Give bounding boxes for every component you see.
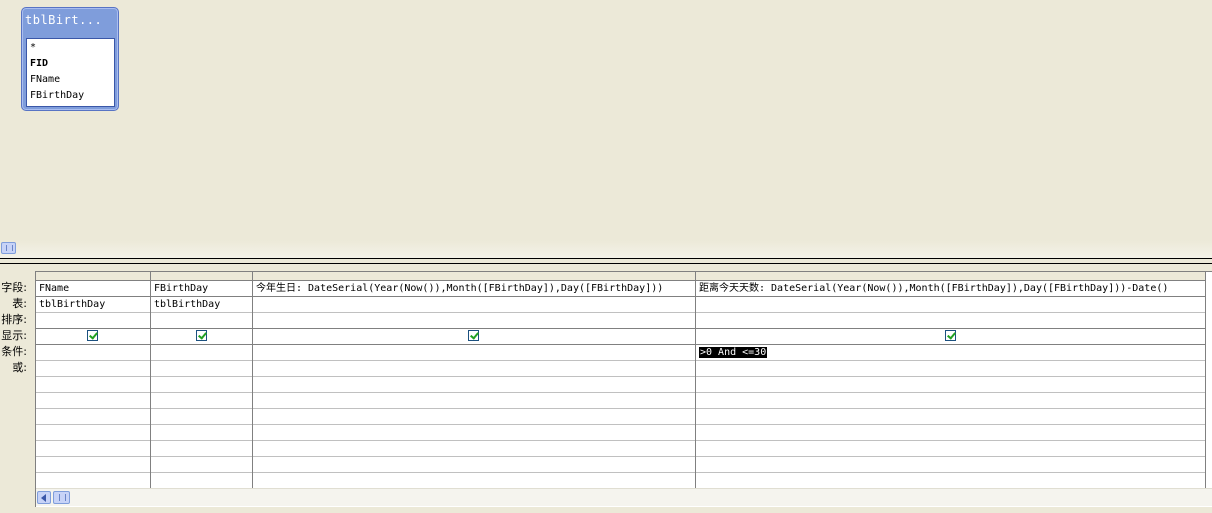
table-pane: tblBirt... * FID FName FBirthDay — [0, 0, 1212, 240]
checkmark-icon[interactable] — [944, 330, 956, 341]
sort-cell[interactable] — [696, 313, 1205, 329]
table-cell[interactable]: tblBirthDay — [151, 297, 252, 313]
empty-cell[interactable] — [36, 409, 150, 425]
empty-cell[interactable] — [151, 425, 252, 441]
field-cell[interactable]: FBirthDay — [151, 281, 252, 297]
empty-cell[interactable] — [151, 377, 252, 393]
empty-cell[interactable] — [36, 473, 150, 489]
field-cell[interactable]: 距离今天天数: DateSerial(Year(Now()),Month([FB… — [696, 281, 1205, 297]
upper-scroll-thumb[interactable] — [1, 242, 16, 254]
row-label-table: 表: — [12, 297, 27, 310]
empty-cell[interactable] — [36, 377, 150, 393]
field-list-title[interactable]: tblBirt... — [25, 13, 113, 33]
empty-cell[interactable] — [253, 457, 695, 473]
checkmark-icon[interactable] — [87, 330, 98, 341]
empty-cell[interactable] — [696, 425, 1205, 441]
show-cell[interactable] — [696, 329, 1205, 345]
empty-cell[interactable] — [151, 473, 252, 489]
criteria-cell[interactable] — [36, 345, 150, 361]
column-selector[interactable] — [253, 272, 695, 281]
field-item-fid[interactable]: FID — [27, 56, 114, 72]
or-cell[interactable] — [253, 361, 695, 377]
grid-column-2: FBirthDay tblBirthDay — [151, 272, 253, 489]
or-cell[interactable] — [151, 361, 252, 377]
pane-divider-area — [0, 240, 1212, 258]
table-cell[interactable] — [696, 297, 1205, 313]
field-cell[interactable]: 今年生日: DateSerial(Year(Now()),Month([FBir… — [253, 281, 695, 297]
table-cell[interactable]: tblBirthDay — [36, 297, 150, 313]
empty-cell[interactable] — [253, 441, 695, 457]
empty-cell[interactable] — [253, 393, 695, 409]
grid-column-4: 距离今天天数: DateSerial(Year(Now()),Month([FB… — [696, 272, 1206, 489]
empty-cell[interactable] — [253, 409, 695, 425]
field-list-window[interactable]: tblBirt... * FID FName FBirthDay — [21, 7, 119, 111]
empty-cell[interactable] — [36, 425, 150, 441]
empty-cell[interactable] — [696, 441, 1205, 457]
table-cell[interactable] — [253, 297, 695, 313]
row-label-field: 字段: — [1, 281, 27, 294]
empty-cell[interactable] — [151, 393, 252, 409]
arrow-left-icon[interactable] — [37, 491, 51, 504]
column-selector[interactable] — [151, 272, 252, 281]
criteria-cell[interactable] — [253, 345, 695, 361]
checkmark-icon[interactable] — [195, 330, 207, 341]
field-item-fbirthday[interactable]: FBirthDay — [27, 88, 114, 104]
grip-icon[interactable] — [53, 491, 70, 504]
empty-cell[interactable] — [151, 441, 252, 457]
empty-cell[interactable] — [696, 409, 1205, 425]
criteria-cell[interactable]: >0 And <=30 — [696, 345, 1205, 361]
sort-cell[interactable] — [253, 313, 695, 329]
empty-cell[interactable] — [696, 457, 1205, 473]
row-label-show: 显示: — [1, 329, 27, 342]
sort-cell[interactable] — [151, 313, 252, 329]
criteria-cell[interactable] — [151, 345, 252, 361]
checkmark-icon[interactable] — [468, 330, 479, 341]
row-label-or: 或: — [12, 361, 27, 374]
show-cell[interactable] — [36, 329, 150, 345]
empty-cell[interactable] — [36, 441, 150, 457]
empty-cell[interactable] — [253, 425, 695, 441]
row-labels: 字段: 表: 排序: 显示: 条件: 或: — [0, 280, 34, 376]
field-item-all[interactable]: * — [27, 40, 114, 56]
or-cell[interactable] — [696, 361, 1205, 377]
grid-column-1: FName tblBirthDay — [36, 272, 151, 489]
row-label-sort: 排序: — [1, 313, 27, 326]
field-list[interactable]: * FID FName FBirthDay — [26, 38, 115, 107]
empty-cell[interactable] — [36, 457, 150, 473]
or-cell[interactable] — [36, 361, 150, 377]
empty-cell[interactable] — [696, 473, 1205, 489]
grid-column-3: 今年生日: DateSerial(Year(Now()),Month([FBir… — [253, 272, 696, 489]
column-selector[interactable] — [696, 272, 1205, 281]
pane-splitter[interactable] — [0, 258, 1212, 264]
column-selector[interactable] — [36, 272, 150, 281]
empty-cell[interactable] — [36, 393, 150, 409]
empty-cell[interactable] — [151, 409, 252, 425]
empty-cell[interactable] — [151, 457, 252, 473]
show-cell[interactable] — [253, 329, 695, 345]
horizontal-scrollbar[interactable] — [36, 488, 1212, 506]
sort-cell[interactable] — [36, 313, 150, 329]
empty-cell[interactable] — [253, 377, 695, 393]
empty-cell[interactable] — [696, 393, 1205, 409]
show-cell[interactable] — [151, 329, 252, 345]
query-design-grid: FName tblBirthDay FBirthDay tblBirthDay … — [35, 271, 1212, 507]
empty-cell[interactable] — [253, 473, 695, 489]
criteria-selected-text[interactable]: >0 And <=30 — [699, 347, 768, 358]
field-cell[interactable]: FName — [36, 281, 150, 297]
row-label-criteria: 条件: — [1, 345, 27, 358]
field-item-fname[interactable]: FName — [27, 72, 114, 88]
empty-cell[interactable] — [696, 377, 1205, 393]
